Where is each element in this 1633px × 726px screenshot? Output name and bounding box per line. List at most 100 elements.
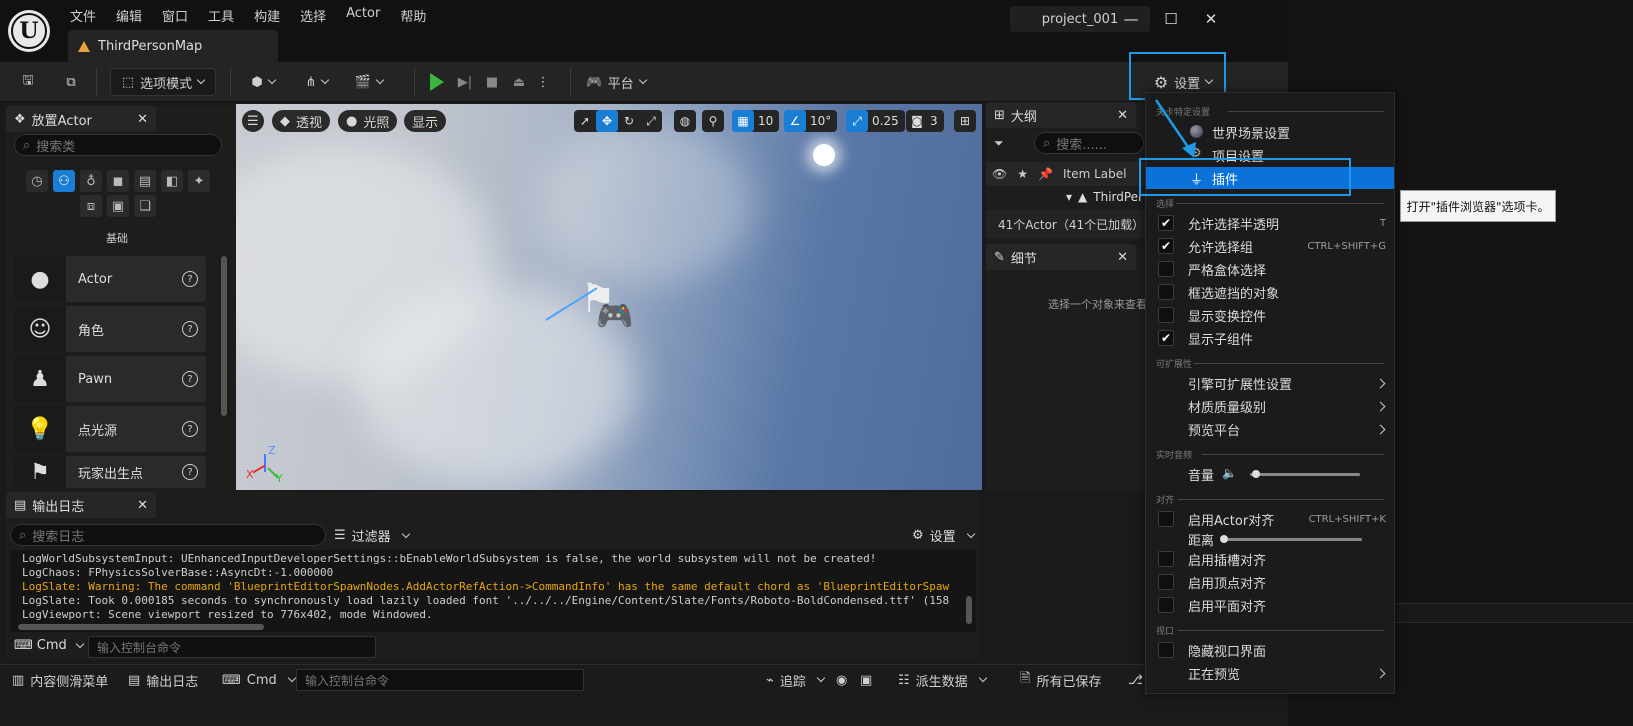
surface-snap-icon[interactable]: ⚲	[702, 110, 724, 132]
checkbox[interactable]	[1158, 307, 1174, 323]
log-area[interactable]: LogWorldSubsystemInput: UEnhancedInputDe…	[10, 550, 976, 632]
menu-window[interactable]: 窗口	[152, 4, 198, 27]
camera-speed[interactable]: ◙ 3	[906, 110, 944, 132]
screenshot-icon[interactable]: ▣	[860, 669, 872, 691]
pin-icon[interactable]: 📌	[1038, 167, 1053, 181]
minimize-icon[interactable]: —	[1116, 8, 1146, 30]
allow-group-item[interactable]: ✔ 允许选择组 CTRL+SHIFT+G	[1146, 235, 1394, 257]
content-drawer-button[interactable]: ▥ 内容侧滑菜单	[12, 669, 108, 691]
unreal-logo-icon[interactable]: U	[8, 10, 50, 52]
menu-edit[interactable]: 编辑	[106, 4, 152, 27]
material-quality-item[interactable]: 材质质量级别	[1146, 395, 1394, 417]
maximize-icon[interactable]: ☐	[1156, 8, 1186, 30]
checkbox[interactable]: ✔	[1158, 238, 1174, 254]
list-item[interactable]: ● Actor ?	[14, 256, 206, 302]
checkbox[interactable]	[1158, 511, 1174, 527]
select-icon[interactable]: ➚	[574, 110, 596, 132]
console-input[interactable]: 输入控制台命令	[296, 669, 584, 691]
viewport-menu-icon[interactable]: ☰	[242, 110, 264, 132]
menu-select[interactable]: 选择	[290, 4, 336, 27]
column-header[interactable]: Item Label	[1063, 167, 1127, 181]
map-tab[interactable]: ThirdPersonMap	[68, 30, 278, 62]
help-icon[interactable]: ?	[182, 421, 198, 437]
checkbox[interactable]	[1158, 574, 1174, 590]
checkbox[interactable]	[1158, 597, 1174, 613]
play-options-icon[interactable]: ⋮	[536, 68, 550, 96]
socket-snap-item[interactable]: 启用插槽对齐	[1146, 548, 1394, 570]
log-search[interactable]: ⌕ 搜索日志	[10, 524, 326, 546]
checkbox[interactable]: ✔	[1158, 330, 1174, 346]
menu-actor[interactable]: Actor	[336, 4, 390, 27]
source-control-icon[interactable]: ⎇	[1128, 669, 1143, 691]
rotation-snap[interactable]: ∠ 10°	[784, 110, 838, 132]
stop-button[interactable]: ■	[482, 68, 502, 96]
menu-build[interactable]: 构建	[244, 4, 290, 27]
plane-snap-item[interactable]: 启用平面对齐	[1146, 594, 1394, 616]
save-status[interactable]: 🗎 所有已保存	[1020, 669, 1101, 691]
visual-effects-icon[interactable]: ◧	[161, 170, 183, 192]
checkbox[interactable]	[1158, 642, 1174, 658]
step-button[interactable]: ▶|	[454, 68, 476, 96]
actor-snap-item[interactable]: 启用Actor对齐 CTRL+SHIFT+K	[1146, 508, 1394, 530]
eject-button[interactable]: ⏏	[508, 68, 530, 96]
close-icon[interactable]: ✕	[137, 112, 148, 127]
scrollbar[interactable]	[221, 256, 227, 416]
level-viewport[interactable]: ☰ ◆ 透视 ● 光照 显示 ➚ ✥ ↻ ⤢ ◍ ⚲ ▦ 10 ∠ 10° ⤢	[236, 104, 982, 490]
platforms-button[interactable]: 🎮 平台	[584, 68, 648, 96]
vertical-scrollbar[interactable]	[966, 596, 972, 624]
help-icon[interactable]: ?	[182, 271, 198, 287]
menu-help[interactable]: 帮助	[390, 4, 436, 27]
checkbox[interactable]	[1158, 284, 1174, 300]
translate-icon[interactable]: ✥	[596, 110, 618, 132]
list-item[interactable]: ⚑ 玩家出生点 ?	[14, 456, 206, 488]
table-row[interactable]: ▾ ▲ ThirdPer	[1066, 190, 1143, 204]
close-window-icon[interactable]: ✕	[1196, 8, 1226, 30]
cmd-selector[interactable]: ⌨ Cmd	[222, 669, 297, 691]
close-icon[interactable]: ✕	[137, 498, 148, 513]
derived-data-button[interactable]: ☷ 派生数据	[898, 669, 987, 691]
all-classes-icon[interactable]: ⧈	[80, 195, 102, 217]
outliner-tab[interactable]: ⊞ 大纲 ✕	[986, 102, 1136, 128]
hide-viewport-ui-item[interactable]: 隐藏视口界面	[1146, 639, 1394, 661]
console-input[interactable]: 输入控制台命令	[88, 636, 376, 658]
list-item[interactable]: ♟ Pawn ?	[14, 356, 206, 402]
close-icon[interactable]: ✕	[1117, 250, 1128, 265]
vertex-snap-item[interactable]: 启用顶点对齐	[1146, 571, 1394, 593]
shapes-icon[interactable]: ◼	[107, 170, 129, 192]
checkbox[interactable]: ✔	[1158, 215, 1174, 231]
show-button[interactable]: 显示	[404, 110, 447, 132]
allow-translucent-item[interactable]: ✔ 允许选择半透明 T	[1146, 212, 1394, 234]
layout-icon[interactable]: ⊞	[954, 110, 976, 132]
filter-button[interactable]: ☰ 过滤器	[334, 526, 410, 545]
place-actor-search[interactable]: ⌕ 搜索类	[14, 134, 222, 156]
place-actor-tab[interactable]: ❖ 放置Actor ✕	[6, 106, 156, 132]
lighting-button[interactable]: ● 光照	[338, 110, 398, 132]
perspective-button[interactable]: ◆ 透视	[272, 110, 331, 132]
help-icon[interactable]: ?	[182, 321, 198, 337]
filter-icon[interactable]: ⏷	[994, 136, 1004, 151]
rotate-icon[interactable]: ↻	[618, 110, 640, 132]
box-select-occluded-item[interactable]: 框选遮挡的对象	[1146, 281, 1394, 303]
add-actor-button[interactable]: ⬢	[244, 68, 282, 96]
close-icon[interactable]: ✕	[1117, 108, 1128, 123]
help-icon[interactable]: ?	[182, 371, 198, 387]
scale-snap[interactable]: ⤢ 0.25	[846, 110, 905, 132]
distance-slider[interactable]	[1222, 538, 1362, 541]
mode-selector[interactable]: ⬚ 选项模式	[110, 68, 216, 96]
speaker-icon[interactable]: 🔈	[1222, 466, 1237, 480]
engine-scalability-item[interactable]: 引擎可扩展性设置	[1146, 372, 1394, 394]
previewing-item[interactable]: 正在预览	[1146, 662, 1394, 684]
geometry-icon[interactable]: ▣	[107, 195, 129, 217]
eye-icon[interactable]: 👁	[992, 167, 1007, 181]
list-item[interactable]: ☺ 角色 ?	[14, 306, 206, 352]
cinematic-icon[interactable]: ▤	[134, 170, 156, 192]
recent-icon[interactable]: ◷	[26, 170, 48, 192]
grid-snap[interactable]: ▦ 10	[732, 110, 780, 132]
lights-icon[interactable]: ♁	[80, 170, 102, 192]
outliner-search[interactable]: ⌕ 搜索......	[1034, 132, 1144, 154]
distance-slider-knob[interactable]	[1220, 535, 1228, 543]
layers-icon[interactable]: ❏	[134, 195, 156, 217]
star-icon[interactable]: ★	[1017, 167, 1028, 181]
menu-file[interactable]: 文件	[60, 4, 106, 27]
preview-platform-item[interactable]: 预览平台	[1146, 418, 1394, 440]
